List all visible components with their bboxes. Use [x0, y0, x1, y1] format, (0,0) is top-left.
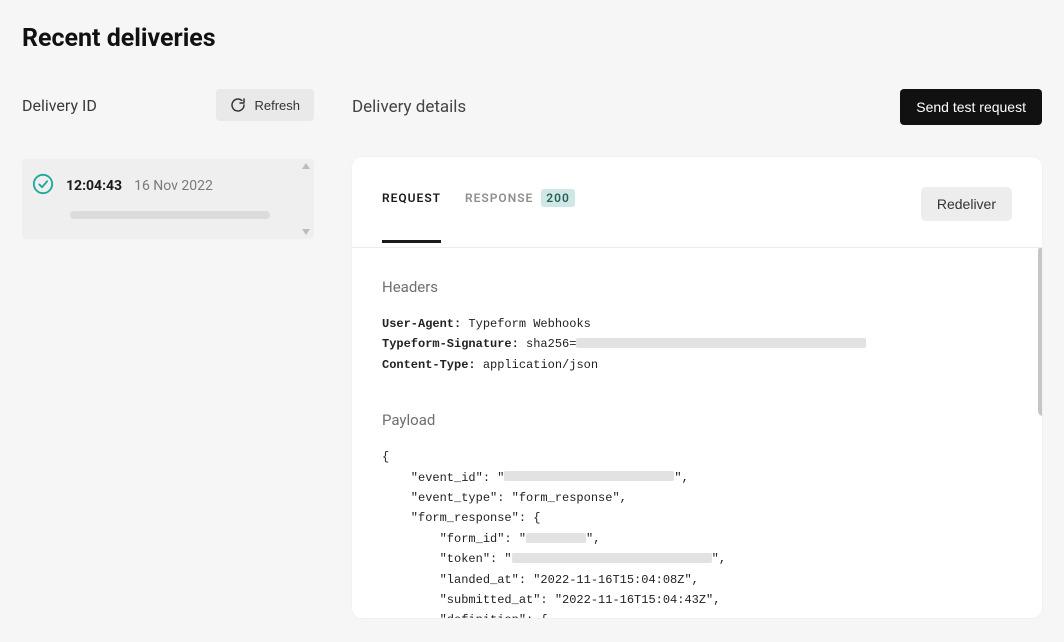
delivery-item[interactable]: 12:04:43 16 Nov 2022: [22, 159, 314, 239]
delivery-id-redacted: [70, 211, 270, 219]
delivery-date: 16 Nov 2022: [134, 178, 213, 194]
redeliver-button[interactable]: Redeliver: [921, 187, 1012, 221]
success-check-icon: [32, 173, 54, 199]
delivery-details: Delivery details Send test request REQUE…: [352, 89, 1042, 618]
token-redacted: [512, 553, 712, 563]
payload-heading: Payload: [382, 411, 1012, 429]
scroll-up-icon[interactable]: [302, 163, 310, 169]
signature-redacted: [576, 338, 866, 348]
details-panel: REQUEST RESPONSE 200 Redeliver Headers U…: [352, 157, 1042, 618]
delivery-list-sidebar: Delivery ID Refresh: [22, 89, 314, 239]
request-content: Headers User-Agent: Typeform Webhooks Ty…: [352, 248, 1042, 618]
tab-request[interactable]: REQUEST: [382, 191, 441, 243]
refresh-label: Refresh: [254, 98, 300, 113]
form-id-redacted: [526, 533, 586, 543]
page-title: Recent deliveries: [22, 24, 1042, 53]
payload-block: { "event_id": "", "event_type": "form_re…: [382, 447, 1012, 618]
tab-response-label: RESPONSE: [465, 191, 533, 205]
event-id-redacted: [504, 471, 674, 481]
status-badge: 200: [541, 189, 575, 207]
delivery-details-heading: Delivery details: [352, 97, 466, 117]
tab-response[interactable]: RESPONSE 200: [465, 191, 575, 243]
refresh-icon: [230, 97, 246, 113]
scroll-down-icon[interactable]: [302, 229, 310, 235]
delivery-time: 12:04:43: [66, 178, 122, 194]
send-test-request-button[interactable]: Send test request: [900, 89, 1042, 125]
scrollbar-thumb[interactable]: [1038, 248, 1042, 416]
headers-block: User-Agent: Typeform Webhooks Typeform-S…: [382, 314, 1012, 375]
refresh-button[interactable]: Refresh: [216, 89, 314, 121]
delivery-id-heading: Delivery ID: [22, 96, 97, 115]
headers-heading: Headers: [382, 278, 1012, 296]
